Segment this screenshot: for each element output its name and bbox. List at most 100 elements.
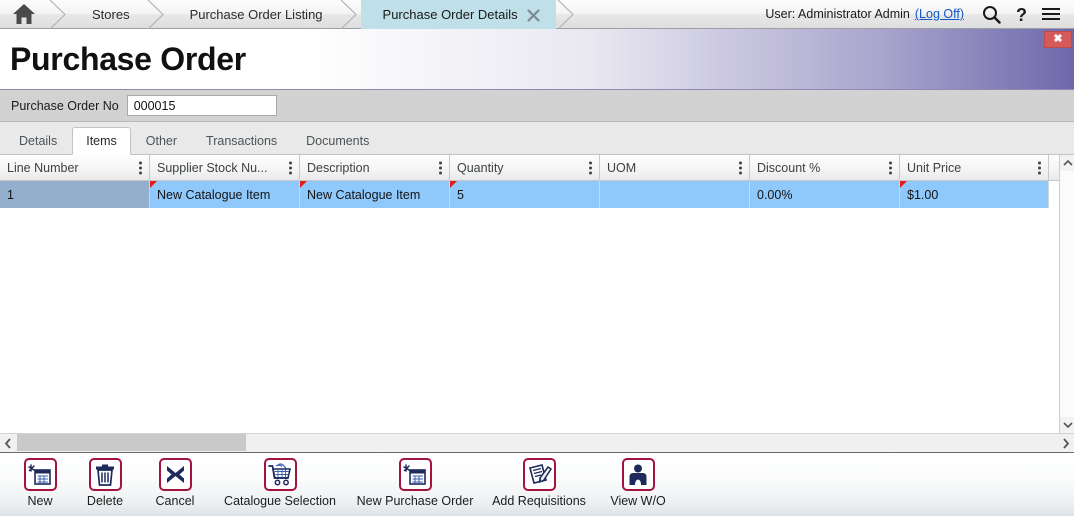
cell-marker-icon bbox=[300, 181, 307, 188]
breadcrumb-separator bbox=[146, 0, 168, 29]
grid-column-label: Supplier Stock Nu... bbox=[157, 160, 268, 175]
tab-label: Other bbox=[145, 134, 178, 148]
grid-cell-uom[interactable] bbox=[600, 181, 750, 208]
grid-column-label: Line Number bbox=[7, 160, 79, 175]
new-button[interactable]: New bbox=[10, 453, 70, 508]
view-wo-button[interactable]: View W/O bbox=[598, 453, 678, 508]
cell-value: 0.00% bbox=[757, 187, 793, 202]
grid-column-label: UOM bbox=[607, 160, 637, 175]
cell-value: 5 bbox=[457, 187, 464, 202]
help-question-mark-icon[interactable]: ? bbox=[1006, 0, 1036, 29]
tab-documents[interactable]: Documents bbox=[292, 127, 383, 154]
tab-label: Documents bbox=[306, 134, 370, 148]
tab-bar: Details Items Other Transactions Documen… bbox=[0, 122, 1074, 155]
grid-cell-unit-price[interactable]: $1.00 bbox=[900, 181, 1049, 208]
page-title-band: Purchase Order ✖ bbox=[0, 29, 1074, 90]
column-menu-icon[interactable] bbox=[589, 161, 592, 174]
grid-column-header-discount-percent[interactable]: Discount % bbox=[750, 155, 900, 180]
breadcrumb-item-purchase-order-details[interactable]: Purchase Order Details bbox=[360, 0, 556, 29]
vertical-scroll-track[interactable] bbox=[1060, 171, 1074, 417]
tool-label: Catalogue Selection bbox=[224, 494, 336, 508]
chevron-down-icon[interactable] bbox=[1060, 417, 1074, 433]
hamburger-menu-icon[interactable] bbox=[1036, 0, 1066, 29]
chevron-up-icon[interactable] bbox=[1060, 155, 1074, 171]
tab-transactions[interactable]: Transactions bbox=[192, 127, 291, 154]
breadcrumb-label: Purchase Order Listing bbox=[189, 6, 323, 22]
table-row[interactable]: 1 New Catalogue Item New Catalogue Item … bbox=[0, 181, 1074, 208]
grid-column-header-unit-price[interactable]: Unit Price bbox=[900, 155, 1049, 180]
grid-column-label: Unit Price bbox=[907, 160, 962, 175]
tab-other[interactable]: Other bbox=[132, 127, 191, 154]
document-pencil-icon bbox=[522, 458, 556, 491]
tab-items[interactable]: Items bbox=[72, 127, 131, 155]
chevron-right-icon[interactable] bbox=[1058, 433, 1074, 453]
horizontal-scroll-track[interactable] bbox=[16, 433, 1058, 453]
tool-label: Add Requisitions bbox=[492, 494, 586, 508]
grid-cell-line-number[interactable]: 1 bbox=[0, 181, 150, 208]
cell-value: 1 bbox=[7, 187, 14, 202]
horizontal-scroll-thumb[interactable] bbox=[17, 434, 246, 451]
breadcrumb-home-button[interactable] bbox=[0, 0, 48, 29]
breadcrumb-item-purchase-order-listing[interactable]: Purchase Order Listing bbox=[168, 0, 339, 29]
tab-label: Transactions bbox=[206, 134, 278, 148]
close-icon[interactable] bbox=[527, 8, 540, 22]
grid-column-header-quantity[interactable]: Quantity bbox=[450, 155, 600, 180]
trash-can-icon bbox=[88, 458, 122, 491]
breadcrumb-item-stores[interactable]: Stores bbox=[70, 0, 146, 29]
page-title: Purchase Order bbox=[10, 40, 246, 77]
cancel-button[interactable]: Cancel bbox=[140, 453, 210, 508]
column-menu-icon[interactable] bbox=[439, 161, 442, 174]
column-menu-icon[interactable] bbox=[889, 161, 892, 174]
shopping-cart-icon bbox=[263, 458, 297, 491]
grid-cell-supplier-stock-number[interactable]: New Catalogue Item bbox=[150, 181, 300, 208]
grid-column-header-description[interactable]: Description bbox=[300, 155, 450, 180]
close-window-button[interactable]: ✖ bbox=[1044, 31, 1072, 48]
chevron-left-icon[interactable] bbox=[0, 433, 16, 453]
breadcrumb: Stores Purchase Order Listing Purchase O… bbox=[0, 0, 578, 29]
column-menu-icon[interactable] bbox=[1038, 161, 1041, 174]
column-menu-icon[interactable] bbox=[739, 161, 742, 174]
add-requisitions-button[interactable]: Add Requisitions bbox=[480, 453, 598, 508]
grid-vertical-scrollbar[interactable] bbox=[1059, 155, 1074, 433]
person-icon bbox=[621, 458, 655, 491]
grid-column-header-uom[interactable]: UOM bbox=[600, 155, 750, 180]
tool-label: New bbox=[27, 494, 53, 508]
purchase-order-no-label: Purchase Order No bbox=[11, 98, 119, 113]
column-menu-icon[interactable] bbox=[289, 161, 292, 174]
grid-horizontal-scrollbar[interactable] bbox=[0, 433, 1074, 453]
tab-details[interactable]: Details bbox=[5, 127, 71, 154]
log-off-link[interactable]: (Log Off) bbox=[915, 7, 964, 21]
breadcrumb-separator bbox=[48, 0, 70, 29]
breadcrumb-label: Purchase Order Details bbox=[382, 6, 518, 22]
cell-value: New Catalogue Item bbox=[307, 187, 421, 202]
bottom-toolbar: New Delete Cancel Catalogue Selection Ne… bbox=[0, 453, 1074, 516]
user-session-area: User: Administrator Admin (Log Off) ? bbox=[765, 0, 1074, 29]
delete-button[interactable]: Delete bbox=[70, 453, 140, 508]
grid-column-header-line-number[interactable]: Line Number bbox=[0, 155, 150, 180]
cell-value: New Catalogue Item bbox=[157, 187, 271, 202]
top-navigation-bar: Stores Purchase Order Listing Purchase O… bbox=[0, 0, 1074, 29]
column-menu-icon[interactable] bbox=[139, 161, 142, 174]
catalogue-selection-button[interactable]: Catalogue Selection bbox=[210, 453, 350, 508]
application-window: Stores Purchase Order Listing Purchase O… bbox=[0, 0, 1074, 516]
cell-marker-icon bbox=[150, 181, 157, 188]
grid-column-label: Description bbox=[307, 160, 370, 175]
new-purchase-order-button[interactable]: New Purchase Order bbox=[350, 453, 480, 508]
home-icon bbox=[13, 4, 35, 24]
purchase-order-no-input[interactable] bbox=[126, 95, 277, 116]
grid-header-row: Line Number Supplier Stock Nu... Descrip… bbox=[0, 155, 1074, 181]
cell-marker-icon bbox=[450, 181, 457, 188]
grid-column-header-supplier-stock-number[interactable]: Supplier Stock Nu... bbox=[150, 155, 300, 180]
grid-cell-discount-percent[interactable]: 0.00% bbox=[750, 181, 900, 208]
cell-value: $1.00 bbox=[907, 187, 939, 202]
search-icon[interactable] bbox=[976, 0, 1006, 29]
svg-text:?: ? bbox=[1016, 5, 1027, 24]
x-cross-icon bbox=[158, 458, 192, 491]
tool-label: View W/O bbox=[610, 494, 666, 508]
tab-label: Items bbox=[86, 134, 117, 148]
breadcrumb-separator bbox=[556, 0, 578, 29]
purchase-order-number-strip: Purchase Order No bbox=[0, 90, 1074, 122]
grid-cell-description[interactable]: New Catalogue Item bbox=[300, 181, 450, 208]
breadcrumb-label: Stores bbox=[92, 6, 130, 22]
grid-cell-quantity[interactable]: 5 bbox=[450, 181, 600, 208]
